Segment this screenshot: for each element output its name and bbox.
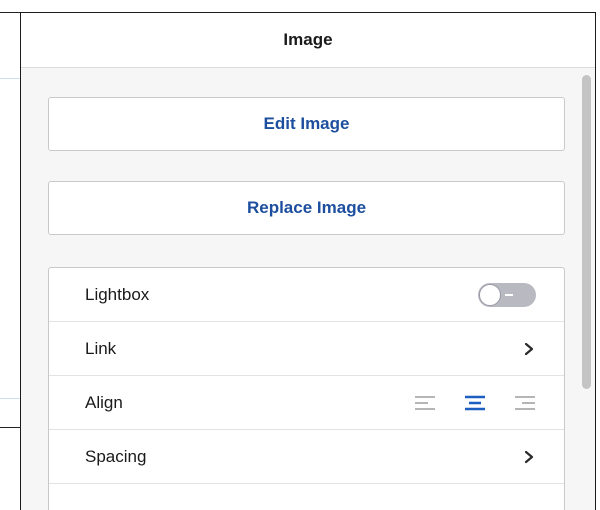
link-row[interactable]: Link	[49, 322, 564, 376]
spacing-label: Spacing	[85, 446, 147, 466]
align-right-icon[interactable]	[514, 394, 536, 412]
replace-image-label: Replace Image	[246, 198, 367, 217]
chevron-right-icon	[524, 342, 534, 355]
panel-scrollbar[interactable]	[582, 75, 591, 389]
align-options	[414, 394, 536, 412]
edit-image-button[interactable]: Edit Image	[48, 97, 565, 151]
toggle-off-indicator	[505, 293, 513, 296]
link-label: Link	[85, 338, 117, 358]
chevron-right-icon	[524, 450, 534, 463]
replace-image-button[interactable]: Replace Image	[48, 181, 565, 235]
lightbox-row: Lightbox	[49, 268, 564, 322]
edit-image-label: Edit Image	[263, 114, 350, 133]
image-settings-panel: Image Edit Image Replace Image Lightbox …	[20, 12, 596, 510]
panel-title: Image	[283, 30, 333, 49]
lightbox-label: Lightbox	[85, 284, 150, 304]
align-center-icon[interactable]	[464, 394, 486, 412]
lightbox-toggle[interactable]	[478, 282, 536, 307]
align-row: Align	[49, 376, 564, 430]
align-left-icon[interactable]	[414, 394, 436, 412]
toggle-knob	[479, 283, 501, 306]
spacing-row[interactable]: Spacing	[49, 430, 564, 484]
panel-header: Image	[21, 13, 595, 68]
align-label: Align	[85, 392, 123, 412]
image-settings-list: Lightbox Link Align Spacing	[48, 267, 565, 510]
